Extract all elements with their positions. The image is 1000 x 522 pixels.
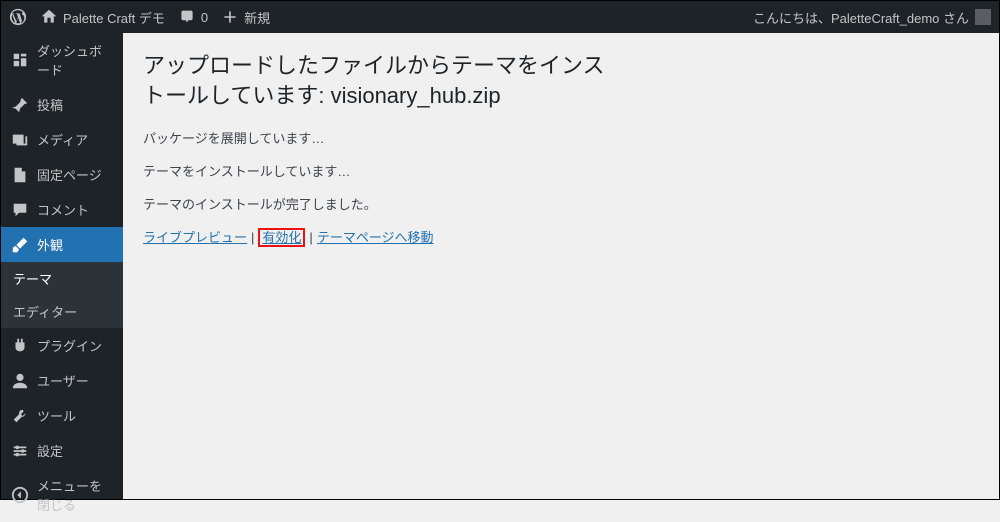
new-link[interactable]: 新規 [222, 8, 270, 27]
action-links: ライブプレビュー|有効化|テーマページへ移動 [143, 227, 979, 246]
sidebar-item-appearance[interactable]: 外観 [1, 227, 123, 262]
pin-icon [11, 96, 29, 114]
sidebar-item-plugins[interactable]: プラグイン [1, 328, 123, 363]
greeting[interactable]: こんにちは、PaletteCraft_demo さん [753, 8, 991, 27]
page-title: アップロードしたファイルからテーマをインストールしています: visionary… [143, 51, 623, 110]
link-live-preview[interactable]: ライブプレビュー [143, 230, 247, 245]
wp-logo[interactable] [9, 8, 27, 26]
sidebar-item-pages[interactable]: 固定ページ [1, 157, 123, 192]
submenu-item-themes[interactable]: テーマ [1, 262, 123, 295]
media-icon [11, 131, 29, 149]
admin-sidebar: ダッシュボード 投稿 メディア 固定ページ コメント 外観 テーマ エディター … [1, 33, 123, 499]
submenu-item-editor[interactable]: エディター [1, 295, 123, 328]
submenu-appearance: テーマ エディター [1, 262, 123, 328]
site-link[interactable]: Palette Craft デモ [41, 8, 165, 27]
home-icon [41, 9, 57, 25]
sidebar-collapse[interactable]: メニューを閉じる [1, 468, 123, 522]
link-themes-page[interactable]: テーマページへ移動 [317, 230, 434, 245]
comments-count: 0 [201, 10, 208, 25]
sidebar-item-posts[interactable]: 投稿 [1, 87, 123, 122]
main-content: アップロードしたファイルからテーマをインストールしています: visionary… [123, 33, 999, 499]
sidebar-item-dashboard[interactable]: ダッシュボード [1, 33, 123, 87]
status-complete: テーマのインストールが完了しました。 [143, 194, 979, 213]
comment-icon [179, 9, 195, 25]
sidebar-item-tools[interactable]: ツール [1, 398, 123, 433]
status-installing: テーマをインストールしています… [143, 161, 979, 180]
user-icon [11, 372, 29, 390]
comments-link[interactable]: 0 [179, 9, 208, 25]
plus-icon [222, 9, 238, 25]
brush-icon [11, 236, 29, 254]
avatar [975, 9, 991, 25]
site-name: Palette Craft デモ [63, 8, 165, 27]
status-unpacking: パッケージを展開しています… [143, 128, 979, 147]
admin-toolbar: Palette Craft デモ 0 新規 こんにちは、PaletteCraft… [1, 1, 999, 33]
dashboard-icon [11, 51, 29, 69]
comment-icon [11, 201, 29, 219]
sidebar-item-comments[interactable]: コメント [1, 192, 123, 227]
sidebar-item-settings[interactable]: 設定 [1, 433, 123, 468]
tools-icon [11, 407, 29, 425]
settings-icon [11, 442, 29, 460]
link-activate[interactable]: 有効化 [258, 228, 305, 247]
collapse-icon [11, 486, 29, 504]
sidebar-item-media[interactable]: メディア [1, 122, 123, 157]
sidebar-item-users[interactable]: ユーザー [1, 363, 123, 398]
plugin-icon [11, 337, 29, 355]
new-label: 新規 [244, 8, 270, 27]
page-icon [11, 166, 29, 184]
